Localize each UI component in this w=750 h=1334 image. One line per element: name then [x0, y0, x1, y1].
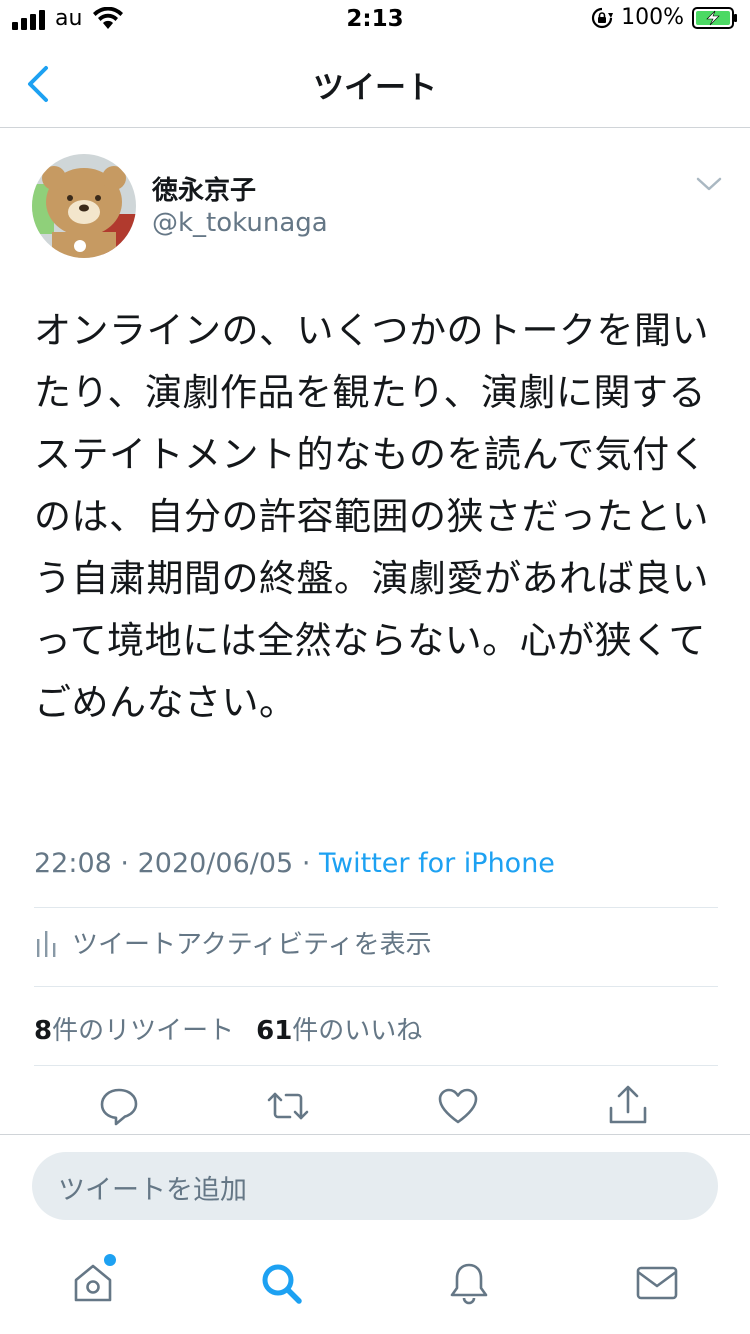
retweet-label: 件のリツイート: [52, 1016, 235, 1046]
share-icon[interactable]: [606, 1084, 650, 1128]
tweet-meta: 22:08 · 2020/06/05 · Twitter for iPhone: [34, 848, 555, 879]
like-label: 件のいいね: [292, 1016, 423, 1046]
tweet-stats: 8件のリツイート 61件のいいね: [34, 1010, 422, 1047]
like-icon[interactable]: [436, 1084, 480, 1128]
chevron-down-icon[interactable]: [694, 172, 724, 196]
notification-dot: [104, 1254, 116, 1266]
retweet-icon[interactable]: [266, 1084, 310, 1128]
compose-placeholder: ツイートを追加: [58, 1175, 247, 1206]
meta-separator: ·: [301, 848, 311, 879]
tweet-text: オンラインの、いくつかのトークを聞いたり、演劇作品を観たり、演劇に関するステイト…: [34, 309, 709, 724]
status-bar: au 2:13 100%: [0, 0, 750, 40]
analytics-icon: [37, 931, 56, 957]
reply-compose-input[interactable]: ツイートを追加: [32, 1152, 718, 1220]
tweet-date: 2020/06/05: [137, 848, 294, 879]
divider: [34, 986, 718, 987]
like-stat[interactable]: 61件のいいね: [256, 1010, 422, 1047]
tweet-source-link[interactable]: Twitter for iPhone: [319, 848, 555, 879]
like-count: 61: [256, 1016, 293, 1046]
nav-bar: ツイート: [0, 40, 750, 128]
status-right: 100%: [591, 5, 738, 30]
author-handle[interactable]: @k_tokunaga: [152, 208, 328, 238]
tweet-activity-button[interactable]: ツイートアクティビティを表示: [34, 922, 432, 962]
divider: [34, 907, 718, 908]
retweet-stat[interactable]: 8件のリツイート: [34, 1010, 234, 1047]
retweet-count: 8: [34, 1016, 53, 1046]
avatar[interactable]: [32, 154, 136, 258]
actions-divider: [0, 1134, 750, 1135]
author-name[interactable]: 徳永京子: [152, 170, 256, 207]
battery-charging-icon: [692, 6, 737, 29]
battery-percent: 100%: [621, 5, 684, 30]
search-icon[interactable]: [258, 1260, 304, 1306]
messages-icon[interactable]: [634, 1260, 680, 1306]
rotation-lock-icon: [592, 7, 614, 28]
reply-icon[interactable]: [97, 1084, 141, 1128]
tweet-actions: [0, 1084, 750, 1136]
tweet-time: 22:08: [34, 848, 112, 879]
divider: [34, 1065, 718, 1066]
activity-label: ツイートアクティビティを表示: [72, 929, 432, 960]
home-icon[interactable]: [70, 1260, 116, 1306]
meta-separator: ·: [120, 848, 129, 879]
notifications-icon[interactable]: [446, 1260, 492, 1306]
page-title: ツイート: [313, 70, 437, 106]
avatar-image: [32, 154, 136, 258]
